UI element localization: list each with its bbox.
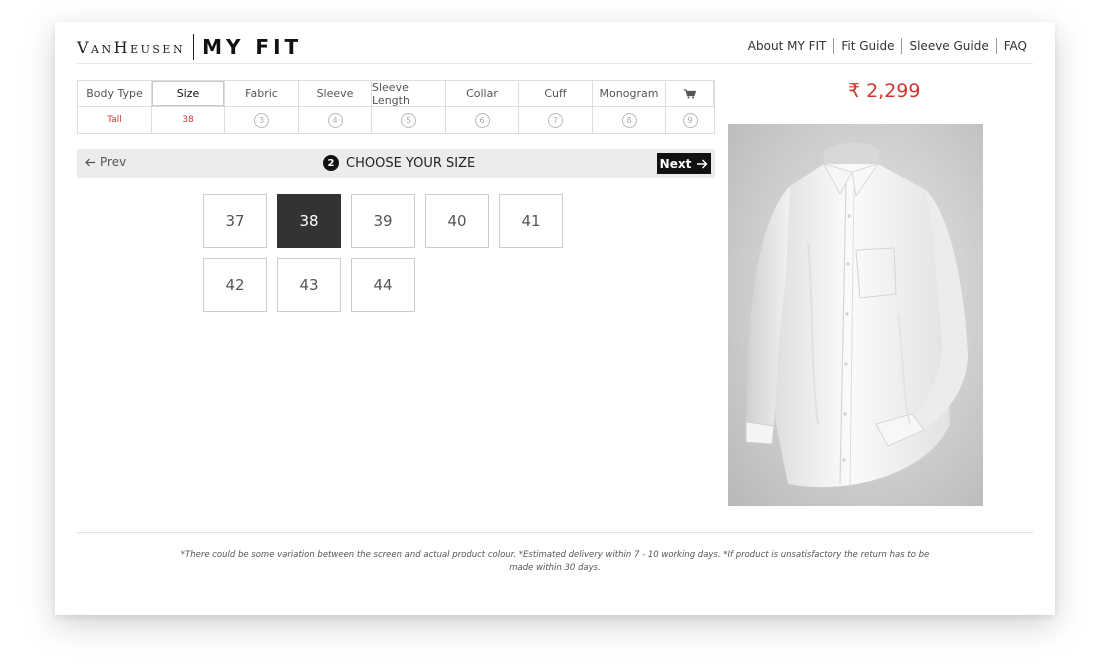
tab-body-type[interactable]: Body Type: [78, 81, 152, 107]
step-value-size: 38: [152, 107, 225, 133]
step-num-sleeve: 4: [299, 107, 372, 133]
step-title-text: CHOOSE YOUR SIZE: [346, 155, 476, 171]
cart-icon: [683, 88, 696, 98]
top-nav: About MY FIT Fit Guide Sleeve Guide FAQ: [741, 38, 1027, 54]
size-option-38[interactable]: 38: [277, 194, 341, 248]
step-number-4: 4: [327, 112, 343, 128]
step-title: 2 CHOOSE YOUR SIZE: [323, 155, 475, 171]
step-num-monogram: 8: [593, 107, 666, 133]
tab-fabric[interactable]: Fabric: [225, 81, 299, 107]
header-divider: [77, 63, 1033, 64]
prev-label: Prev: [100, 155, 127, 169]
size-value: 38: [182, 115, 194, 125]
header: VanHeusen MY FIT About MY FIT Fit Guide …: [77, 32, 1033, 64]
nav-faq[interactable]: FAQ: [997, 39, 1027, 53]
price: ₹ 2,299: [848, 80, 921, 102]
arrow-right-icon: [697, 159, 708, 168]
step-number-8: 8: [621, 112, 637, 128]
next-label: Next: [659, 156, 692, 171]
shirt-illustration: [745, 142, 968, 488]
tab-sleeve[interactable]: Sleeve: [299, 81, 372, 107]
brand-logo[interactable]: VanHeusen MY FIT: [77, 32, 302, 62]
tab-monogram[interactable]: Monogram: [593, 81, 666, 107]
step-num-cuff: 7: [519, 107, 593, 133]
step-value-body-type: Tall: [78, 107, 152, 133]
price-amount: 2,299: [866, 80, 921, 102]
size-option-41[interactable]: 41: [499, 194, 563, 248]
steps-table: Body Type Size Fabric Sleeve Sleeve Leng…: [77, 80, 715, 134]
footer-divider: [77, 532, 1033, 533]
step-num-fabric: 3: [225, 107, 299, 133]
product-image: [728, 124, 983, 506]
arrow-left-icon: [85, 158, 95, 166]
size-option-42[interactable]: 42: [203, 258, 267, 312]
tab-collar[interactable]: Collar: [446, 81, 519, 107]
next-button[interactable]: Next: [657, 153, 711, 174]
product-name: MY FIT: [202, 35, 303, 59]
choose-size-bar: Prev 2 CHOOSE YOUR SIZE Next: [77, 149, 715, 178]
nav-about-my-fit[interactable]: About MY FIT: [741, 39, 834, 53]
step-number-badge: 2: [323, 155, 339, 171]
tab-cart[interactable]: [666, 81, 714, 107]
step-number-6: 6: [474, 112, 490, 128]
nav-sleeve-guide[interactable]: Sleeve Guide: [902, 39, 995, 53]
body-type-value: Tall: [107, 115, 122, 125]
step-number-7: 7: [548, 112, 563, 128]
footer-disclaimer: *There could be some variation between t…: [180, 550, 930, 573]
step-number-9: 9: [682, 112, 698, 128]
logo-divider: [193, 34, 195, 60]
step-num-collar: 6: [446, 107, 519, 133]
currency-symbol: ₹: [848, 80, 861, 102]
step-num-cart: 9: [666, 107, 714, 133]
step-number-3: 3: [254, 112, 269, 128]
tab-cuff[interactable]: Cuff: [519, 81, 593, 107]
prev-button[interactable]: Prev: [85, 155, 126, 169]
step-number-5: 5: [401, 112, 416, 128]
step-num-sleeve-length: 5: [372, 107, 446, 133]
size-option-39[interactable]: 39: [351, 194, 415, 248]
size-option-43[interactable]: 43: [277, 258, 341, 312]
brand-name: VanHeusen: [77, 37, 186, 57]
tab-size[interactable]: Size: [152, 81, 225, 107]
configurator-card: VanHeusen MY FIT About MY FIT Fit Guide …: [55, 22, 1055, 615]
tab-sleeve-length[interactable]: Sleeve Length: [372, 81, 446, 107]
nav-fit-guide[interactable]: Fit Guide: [834, 39, 901, 53]
size-option-40[interactable]: 40: [425, 194, 489, 248]
size-option-37[interactable]: 37: [203, 194, 267, 248]
size-option-44[interactable]: 44: [351, 258, 415, 312]
